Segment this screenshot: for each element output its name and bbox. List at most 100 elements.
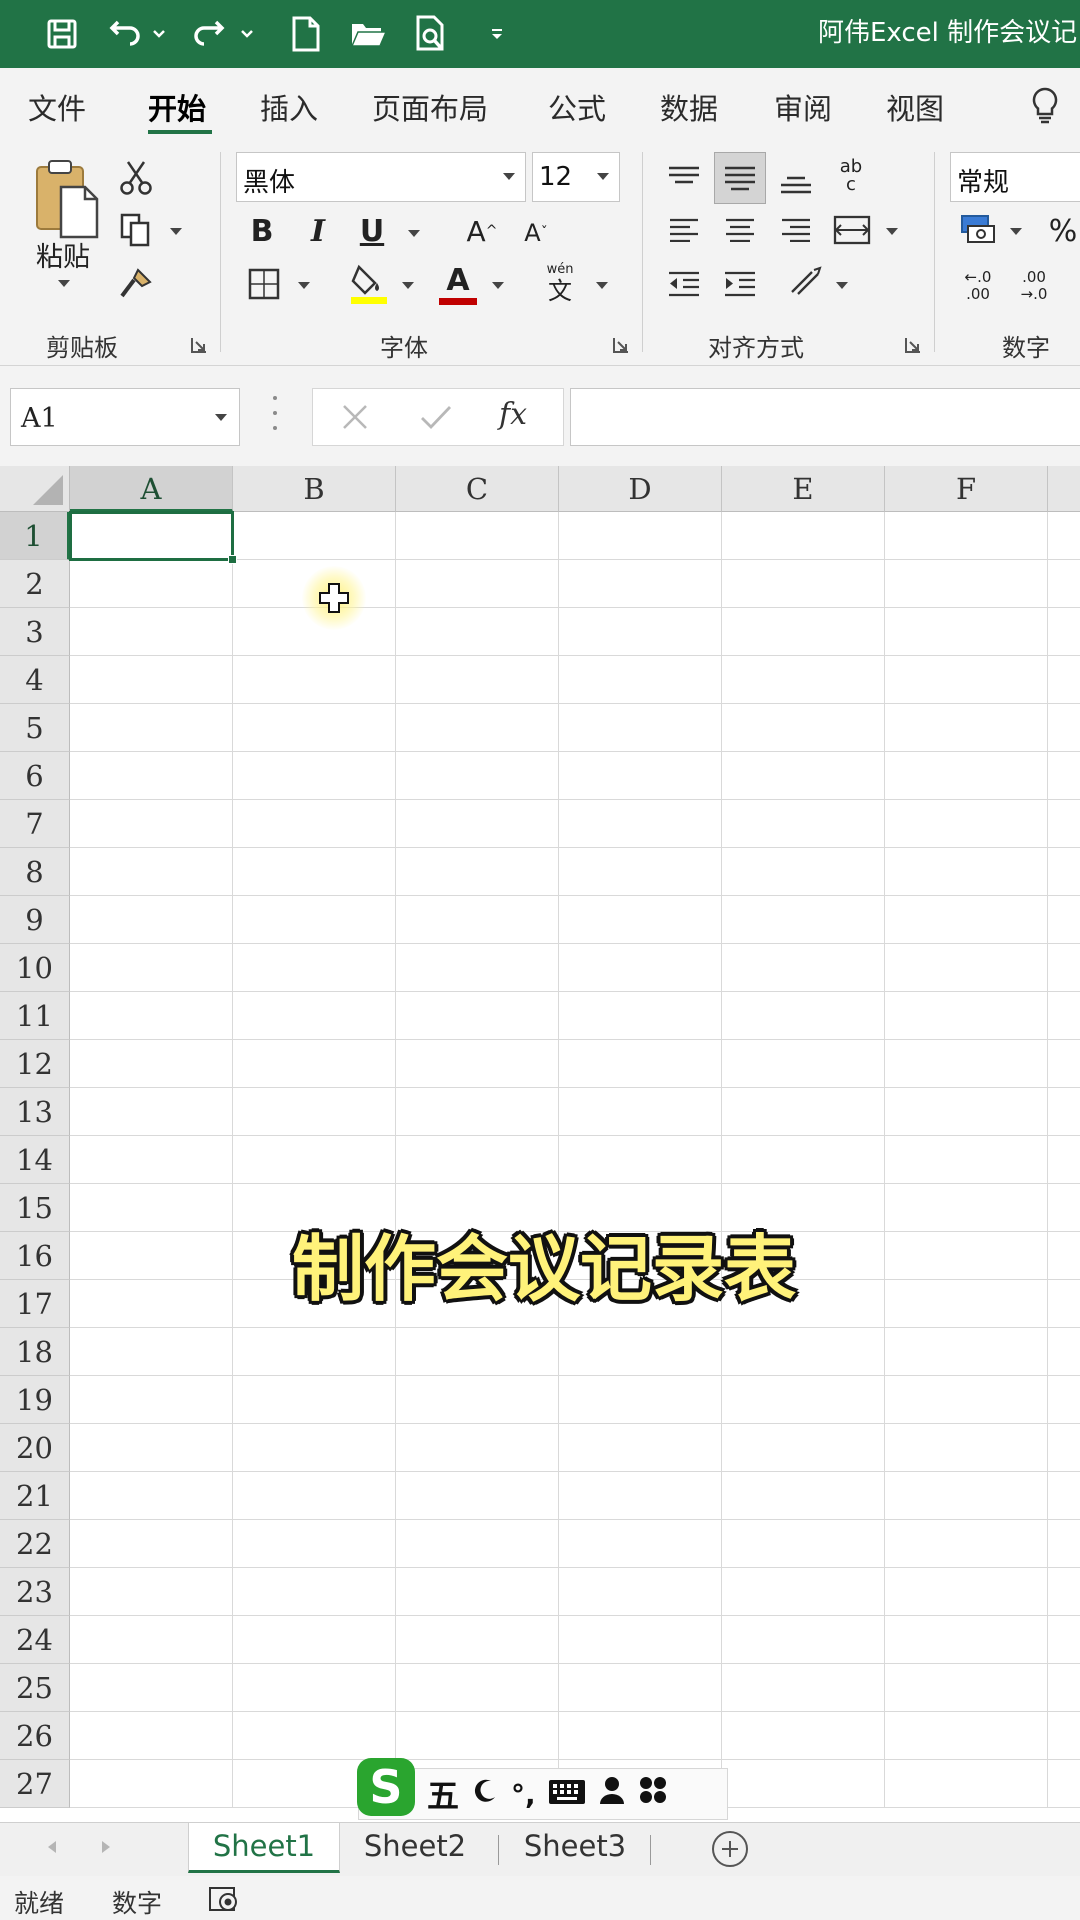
- cancel-icon[interactable]: [339, 401, 371, 437]
- sheet-tab-1[interactable]: Sheet1: [188, 1823, 340, 1873]
- cell[interactable]: [885, 1568, 1048, 1616]
- row-header[interactable]: 1: [0, 512, 70, 560]
- cell[interactable]: [722, 608, 885, 656]
- cell[interactable]: [722, 1712, 885, 1760]
- cell[interactable]: [233, 512, 396, 560]
- cell[interactable]: [233, 752, 396, 800]
- align-right-icon[interactable]: [776, 210, 816, 250]
- cell[interactable]: [559, 1568, 722, 1616]
- cell[interactable]: [233, 1328, 396, 1376]
- clipboard-launcher-icon[interactable]: [190, 336, 208, 354]
- cell[interactable]: [396, 1424, 559, 1472]
- row-header[interactable]: 17: [0, 1280, 70, 1328]
- tab-data[interactable]: 数据: [660, 86, 718, 128]
- row-header[interactable]: 22: [0, 1520, 70, 1568]
- formula-input[interactable]: [570, 388, 1080, 446]
- row-header[interactable]: 13: [0, 1088, 70, 1136]
- italic-button[interactable]: I: [302, 210, 334, 252]
- keyboard-icon[interactable]: [548, 1775, 586, 1813]
- cell[interactable]: [885, 1472, 1048, 1520]
- cell[interactable]: [1048, 1616, 1080, 1664]
- cell[interactable]: [1048, 896, 1080, 944]
- cell[interactable]: [559, 1328, 722, 1376]
- fill-color-icon[interactable]: [348, 260, 390, 306]
- fill-handle[interactable]: [228, 555, 237, 564]
- merge-center-icon[interactable]: [830, 208, 874, 252]
- cell[interactable]: [885, 992, 1048, 1040]
- cell[interactable]: [559, 944, 722, 992]
- paste-dropdown-icon[interactable]: [58, 280, 70, 287]
- increase-decimal-button[interactable]: ←.0 .00: [956, 264, 1000, 308]
- ime-punct[interactable]: °,: [511, 1778, 536, 1811]
- underline-dropdown-icon[interactable]: [408, 230, 420, 237]
- cell[interactable]: [70, 1088, 233, 1136]
- cell[interactable]: [1048, 1760, 1080, 1808]
- cell[interactable]: [233, 800, 396, 848]
- cell[interactable]: [559, 1424, 722, 1472]
- cell[interactable]: [559, 512, 722, 560]
- cell[interactable]: [1048, 512, 1080, 560]
- cell[interactable]: [885, 1184, 1048, 1232]
- orientation-icon[interactable]: [786, 262, 826, 302]
- cell[interactable]: [70, 560, 233, 608]
- row-header[interactable]: 5: [0, 704, 70, 752]
- row-header[interactable]: 3: [0, 608, 70, 656]
- cell[interactable]: [722, 512, 885, 560]
- row-header[interactable]: 25: [0, 1664, 70, 1712]
- cell[interactable]: [1048, 1712, 1080, 1760]
- cell[interactable]: [559, 992, 722, 1040]
- cell[interactable]: [233, 1616, 396, 1664]
- cell[interactable]: [1048, 848, 1080, 896]
- format-painter-icon[interactable]: [116, 264, 156, 304]
- cell[interactable]: [70, 800, 233, 848]
- customize-icon[interactable]: [486, 0, 508, 68]
- align-middle-icon[interactable]: [714, 152, 766, 204]
- cell[interactable]: [722, 1472, 885, 1520]
- cell[interactable]: [70, 1232, 233, 1280]
- font-name-select[interactable]: 黑体: [236, 152, 526, 202]
- select-all-button[interactable]: [0, 466, 70, 512]
- cell[interactable]: [559, 800, 722, 848]
- cell[interactable]: [885, 1664, 1048, 1712]
- cell[interactable]: [396, 1664, 559, 1712]
- cell[interactable]: [70, 1136, 233, 1184]
- cell[interactable]: [396, 992, 559, 1040]
- cell[interactable]: [70, 1376, 233, 1424]
- row-header[interactable]: 9: [0, 896, 70, 944]
- phonetic-guide-button[interactable]: wén 文: [536, 258, 584, 308]
- cell[interactable]: [70, 944, 233, 992]
- scroll-right-icon[interactable]: [102, 1841, 110, 1853]
- row-header[interactable]: 15: [0, 1184, 70, 1232]
- cell[interactable]: [722, 752, 885, 800]
- align-top-icon[interactable]: [664, 158, 704, 198]
- font-size-select[interactable]: 12: [532, 152, 620, 202]
- cell[interactable]: [233, 1376, 396, 1424]
- increase-indent-icon[interactable]: [720, 264, 760, 304]
- cell[interactable]: [1048, 656, 1080, 704]
- cell[interactable]: [1048, 1568, 1080, 1616]
- cell[interactable]: [70, 1472, 233, 1520]
- cell[interactable]: [70, 1328, 233, 1376]
- cell[interactable]: [396, 800, 559, 848]
- cell[interactable]: [722, 1136, 885, 1184]
- cell[interactable]: [885, 1136, 1048, 1184]
- cell[interactable]: [396, 1088, 559, 1136]
- cell[interactable]: [722, 560, 885, 608]
- underline-button[interactable]: U: [356, 210, 388, 252]
- cell[interactable]: [885, 560, 1048, 608]
- cell[interactable]: [1048, 560, 1080, 608]
- cell[interactable]: [559, 1376, 722, 1424]
- ime-mode[interactable]: 五: [427, 1771, 459, 1817]
- moon-icon[interactable]: [471, 1775, 499, 1813]
- cell[interactable]: [70, 1280, 233, 1328]
- cell[interactable]: [1048, 1040, 1080, 1088]
- tab-view[interactable]: 视图: [886, 86, 944, 128]
- add-sheet-icon[interactable]: [712, 1831, 748, 1867]
- align-center-icon[interactable]: [720, 210, 760, 250]
- cell[interactable]: [885, 1520, 1048, 1568]
- cell[interactable]: [559, 848, 722, 896]
- orientation-dropdown-icon[interactable]: [836, 282, 848, 289]
- cell[interactable]: [396, 1712, 559, 1760]
- cell[interactable]: [559, 1664, 722, 1712]
- column-header-partial[interactable]: [1048, 466, 1080, 512]
